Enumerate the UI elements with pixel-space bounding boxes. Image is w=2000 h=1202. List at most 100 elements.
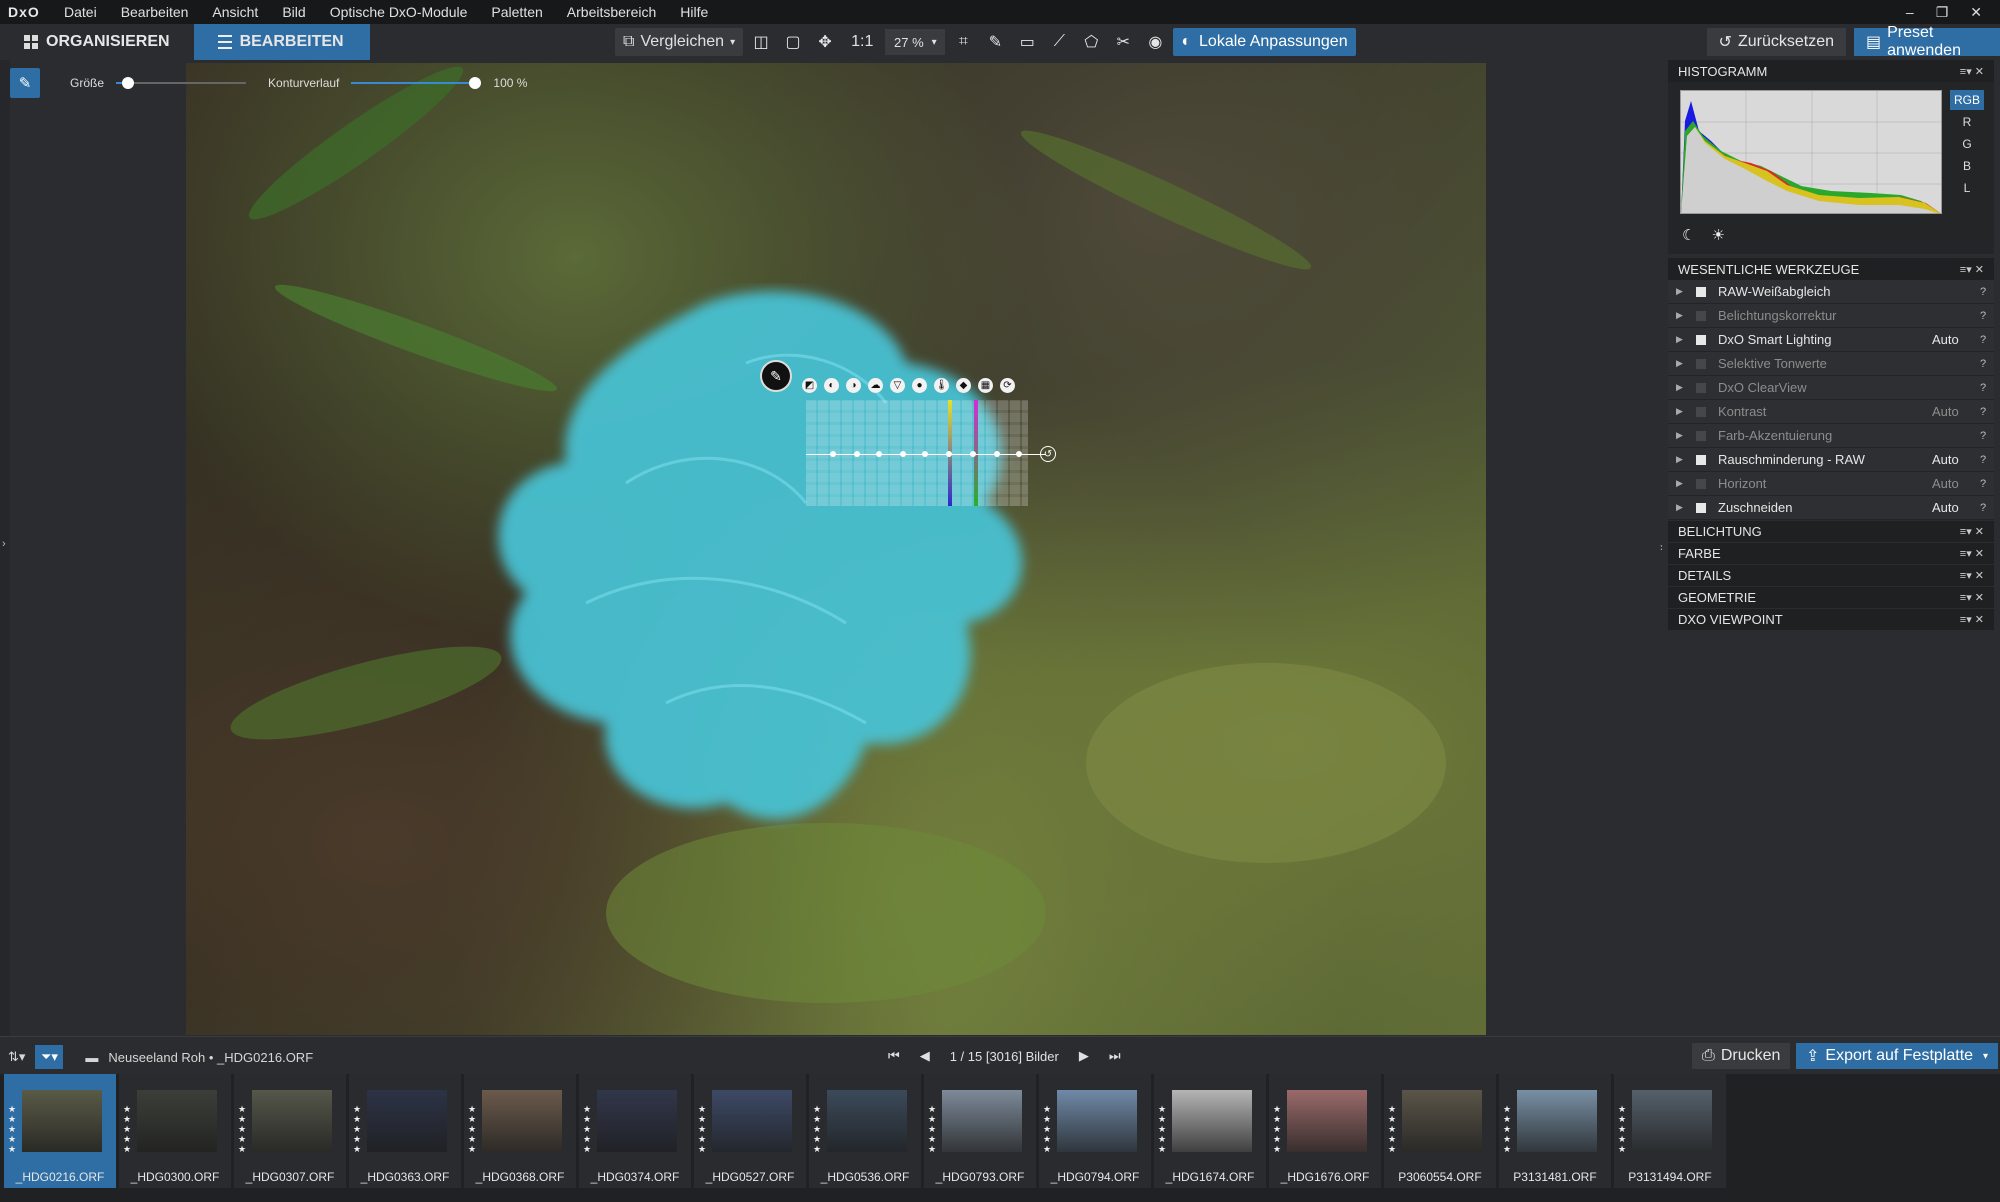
thumbnail[interactable]: ★ ★ ★ ★ ★ _HDG1676.ORF: [1269, 1074, 1381, 1188]
help-icon[interactable]: ?: [1972, 502, 1994, 514]
thumbnail[interactable]: ★ ★ ★ ★ ★ P3131494.ORF: [1614, 1074, 1726, 1188]
help-icon[interactable]: ?: [1972, 406, 1994, 418]
star-rating[interactable]: ★ ★ ★ ★ ★: [1503, 1104, 1513, 1154]
tool-row[interactable]: ▶ DxO Smart Lighting Auto?: [1668, 328, 1994, 352]
thumbnail[interactable]: ★ ★ ★ ★ ★ _HDG0368.ORF: [464, 1074, 576, 1188]
menu-optische-module[interactable]: Optische DxO-Module: [318, 4, 480, 20]
equalizer-handle[interactable]: [900, 451, 906, 457]
equalizer-handle[interactable]: [854, 451, 860, 457]
palette-section[interactable]: FARBE ≡▾ ✕: [1668, 542, 1994, 564]
palette-menu-icon[interactable]: ≡▾ ✕: [1960, 263, 1984, 276]
star-rating[interactable]: ★ ★ ★ ★ ★: [8, 1104, 18, 1154]
saturation-icon[interactable]: ●: [912, 378, 927, 393]
star-rating[interactable]: ★ ★ ★ ★ ★: [123, 1104, 133, 1154]
exposure-icon[interactable]: ◩: [802, 378, 817, 393]
thumbnail[interactable]: ★ ★ ★ ★ ★ _HDG0216.ORF: [4, 1074, 116, 1188]
help-icon[interactable]: ?: [1972, 478, 1994, 490]
tool-toggle[interactable]: [1696, 478, 1706, 489]
split-view-icon[interactable]: ◫: [747, 28, 775, 56]
volume-deformation-icon[interactable]: ⬠: [1077, 28, 1105, 56]
tool-toggle[interactable]: [1696, 430, 1706, 441]
sun-icon[interactable]: ☀: [1711, 226, 1724, 244]
palette-menu-icon[interactable]: ≡▾ ✕: [1960, 65, 1984, 78]
local-adjustments-button[interactable]: ◐ Lokale Anpassungen: [1173, 28, 1356, 56]
tool-toggle[interactable]: [1696, 286, 1706, 297]
tab-organize[interactable]: ORGANISIEREN: [0, 24, 194, 60]
tool-row[interactable]: ▶ Zuschneiden Auto?: [1668, 496, 1994, 520]
undo-icon[interactable]: ↺: [1040, 446, 1056, 462]
essential-tools-header[interactable]: WESENTLICHE WERKZEUGE ≡▾ ✕: [1668, 258, 1994, 280]
expand-arrow-icon[interactable]: ▶: [1676, 310, 1696, 321]
equalizer-handle[interactable]: [970, 451, 976, 457]
thumbnail[interactable]: ★ ★ ★ ★ ★ _HDG0794.ORF: [1039, 1074, 1151, 1188]
tool-row[interactable]: ▶ Farb-Akzentuierung?: [1668, 424, 1994, 448]
move-icon[interactable]: ✥: [811, 28, 839, 56]
thumbnail[interactable]: ★ ★ ★ ★ ★ _HDG0793.ORF: [924, 1074, 1036, 1188]
equalizer-handle[interactable]: [922, 451, 928, 457]
export-button[interactable]: ⇪ Export auf Festplatte ▾: [1796, 1043, 1998, 1069]
thumbnail[interactable]: ★ ★ ★ ★ ★ P3060554.ORF: [1384, 1074, 1496, 1188]
tool-row[interactable]: ▶ Belichtungskorrektur?: [1668, 304, 1994, 328]
print-button[interactable]: ⎙ Drucken: [1692, 1043, 1791, 1069]
expand-arrow-icon[interactable]: ▶: [1676, 382, 1696, 393]
equalizer-handle[interactable]: [994, 451, 1000, 457]
repair-icon[interactable]: ✂: [1109, 28, 1137, 56]
minimize-button[interactable]: –: [1906, 4, 1914, 21]
thumbnail[interactable]: ★ ★ ★ ★ ★ _HDG0363.ORF: [349, 1074, 461, 1188]
equalizer-handle[interactable]: [830, 451, 836, 457]
brush-icon[interactable]: ✎: [10, 68, 40, 98]
menu-bearbeiten[interactable]: Bearbeiten: [109, 4, 201, 20]
star-rating[interactable]: ★ ★ ★ ★ ★: [238, 1104, 248, 1154]
feather-slider[interactable]: [351, 76, 482, 90]
expand-arrow-icon[interactable]: ▶: [1676, 430, 1696, 441]
star-rating[interactable]: ★ ★ ★ ★ ★: [1043, 1104, 1053, 1154]
sort-icon[interactable]: ⇅▾: [8, 1049, 25, 1065]
star-rating[interactable]: ★ ★ ★ ★ ★: [928, 1104, 938, 1154]
filter-icon[interactable]: ⏷▾: [35, 1045, 64, 1069]
palette-menu-icon[interactable]: ≡▾ ✕: [1960, 547, 1984, 560]
star-rating[interactable]: ★ ★ ★ ★ ★: [813, 1104, 823, 1154]
thumbnail[interactable]: ★ ★ ★ ★ ★ _HDG0307.ORF: [234, 1074, 346, 1188]
expand-arrow-icon[interactable]: ▶: [1676, 286, 1696, 297]
last-image-icon[interactable]: ⏭: [1109, 1048, 1121, 1064]
restore-button[interactable]: ❐: [1936, 4, 1949, 21]
equalizer-handle[interactable]: [876, 451, 882, 457]
palette-menu-icon[interactable]: ≡▾ ✕: [1960, 569, 1984, 582]
size-slider-knob[interactable]: [121, 77, 134, 89]
palette-menu-icon[interactable]: ≡▾ ✕: [1960, 591, 1984, 604]
left-panel-collapsed[interactable]: ›: [0, 60, 10, 1036]
expand-arrow-icon[interactable]: ▶: [1676, 334, 1696, 345]
tool-row[interactable]: ▶ DxO ClearView?: [1668, 376, 1994, 400]
menu-hilfe[interactable]: Hilfe: [668, 4, 720, 20]
auto-badge[interactable]: Auto: [1932, 476, 1972, 491]
sharpness-icon[interactable]: ▦: [978, 378, 993, 393]
expand-arrow-icon[interactable]: ▶: [1676, 478, 1696, 489]
tool-toggle[interactable]: [1696, 502, 1706, 513]
help-icon[interactable]: ?: [1972, 358, 1994, 370]
eyedropper-icon[interactable]: ✎: [981, 28, 1009, 56]
menu-bild[interactable]: Bild: [270, 4, 317, 20]
help-icon[interactable]: ?: [1972, 286, 1994, 298]
channel-b[interactable]: B: [1950, 156, 1984, 176]
palette-section[interactable]: DETAILS ≡▾ ✕: [1668, 564, 1994, 586]
tool-row[interactable]: ▶ Rauschminderung - RAW Auto?: [1668, 448, 1994, 472]
expand-arrow-icon[interactable]: ▶: [1676, 502, 1696, 513]
histogram-header[interactable]: HISTOGRAMM ≡▾ ✕: [1668, 60, 1994, 82]
thumbnail[interactable]: ★ ★ ★ ★ ★ P3131481.ORF: [1499, 1074, 1611, 1188]
menu-arbeitsbereich[interactable]: Arbeitsbereich: [555, 4, 669, 20]
tool-row[interactable]: ▶ RAW-Weißabgleich?: [1668, 280, 1994, 304]
tool-row[interactable]: ▶ Horizont Auto?: [1668, 472, 1994, 496]
channel-r[interactable]: R: [1950, 112, 1984, 132]
palette-menu-icon[interactable]: ≡▾ ✕: [1960, 525, 1984, 538]
palette-menu-icon[interactable]: ≡▾ ✕: [1960, 613, 1984, 626]
close-button[interactable]: ✕: [1970, 4, 1982, 21]
compare-button[interactable]: ⧉ Vergleichen ▾: [615, 28, 744, 56]
palette-section[interactable]: GEOMETRIE ≡▾ ✕: [1668, 586, 1994, 608]
tool-toggle[interactable]: [1696, 454, 1706, 465]
auto-badge[interactable]: Auto: [1932, 404, 1972, 419]
expand-arrow-icon[interactable]: ▶: [1676, 454, 1696, 465]
star-rating[interactable]: ★ ★ ★ ★ ★: [583, 1104, 593, 1154]
help-icon[interactable]: ?: [1972, 334, 1994, 346]
star-rating[interactable]: ★ ★ ★ ★ ★: [468, 1104, 478, 1154]
tool-toggle[interactable]: [1696, 358, 1706, 369]
